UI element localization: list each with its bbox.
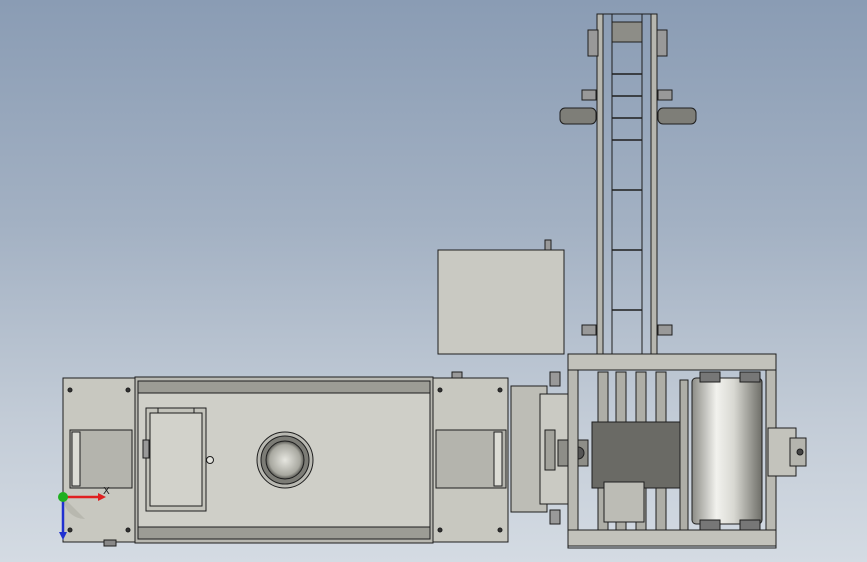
coordinate-triad: X Y [48,482,110,542]
axis-triad-graphic [58,492,106,540]
control-box [437,239,565,355]
x-axis-label: X [103,486,110,497]
machine-assembly-top-view[interactable] [0,0,867,562]
side-motor-mount [767,427,807,477]
circular-port [256,431,314,489]
vertical-conveyor [559,13,697,359]
main-body-housing [134,376,434,544]
cad-graphics-viewport[interactable]: X Y [0,0,867,562]
conveyor-rungs [612,73,642,311]
right-end-frame [432,371,509,543]
roll-drum [691,371,763,531]
